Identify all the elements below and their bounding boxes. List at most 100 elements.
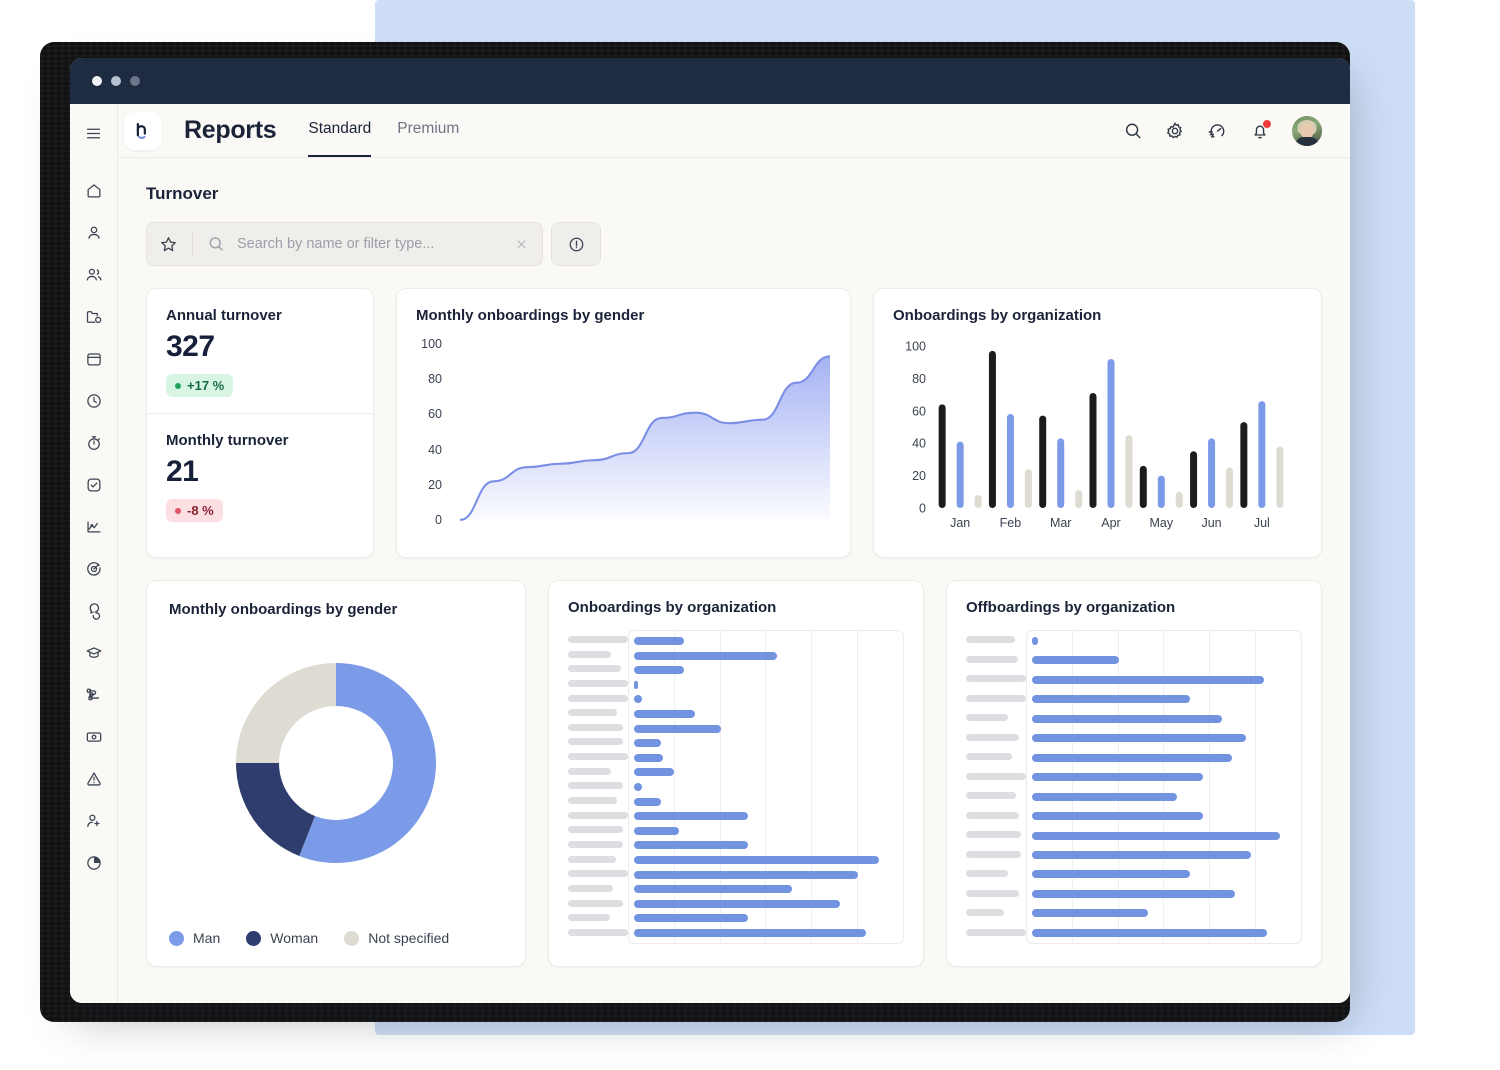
card-title: Monthly onboardings by gender: [416, 307, 831, 324]
tab-standard[interactable]: Standard: [308, 104, 371, 157]
horizontal-bar[interactable]: [1032, 793, 1177, 801]
horizontal-bar[interactable]: [1032, 676, 1263, 684]
sidebar-item-stopwatch[interactable]: [79, 428, 109, 458]
gridlines: [629, 631, 903, 943]
horizontal-bar[interactable]: [1032, 754, 1232, 762]
people-icon: [85, 266, 103, 284]
horizontal-bar[interactable]: [1032, 715, 1221, 723]
horizontal-bar[interactable]: [1032, 851, 1250, 859]
horizontal-bar[interactable]: [634, 652, 776, 660]
sidebar-item-messages[interactable]: [79, 596, 109, 626]
favorite-button[interactable]: [159, 235, 178, 254]
card-title: Offboardings by organization: [966, 599, 1302, 616]
horizontal-bar[interactable]: [1032, 656, 1119, 664]
search-icon: [1123, 121, 1143, 141]
sidebar-item-learning[interactable]: [79, 638, 109, 668]
horizontal-bar[interactable]: [1032, 734, 1245, 742]
horizontal-bar[interactable]: [634, 812, 747, 820]
sidebar-item-calendar[interactable]: [79, 344, 109, 374]
category-label-placeholder: [966, 636, 1015, 643]
svg-text:Jun: Jun: [1201, 516, 1221, 530]
annual-turnover-badge: +17 %: [166, 374, 233, 397]
legend-label: Not specified: [368, 930, 449, 946]
horizontal-bar[interactable]: [1032, 832, 1279, 840]
window-close-button[interactable]: [92, 76, 102, 86]
card-title: Onboardings by organization: [568, 599, 904, 616]
category-label-placeholder: [568, 651, 611, 658]
annual-turnover-delta: +17 %: [187, 378, 224, 393]
legend-item-not-specified[interactable]: Not specified: [344, 930, 449, 946]
svg-text:40: 40: [912, 437, 926, 451]
app-logo[interactable]: [124, 112, 162, 150]
horizontal-bar[interactable]: [634, 798, 660, 806]
horizontal-bar[interactable]: [634, 739, 660, 747]
sidebar-item-payroll[interactable]: [79, 722, 109, 752]
performance-button[interactable]: [1207, 120, 1228, 141]
tab-premium[interactable]: Premium: [397, 104, 459, 157]
axis-tick-label: 40: [416, 443, 442, 457]
horizontal-bar[interactable]: [634, 856, 879, 864]
horizontal-bar[interactable]: [634, 900, 839, 908]
dashboard-row-1: Annual turnover 327 +17 % Monthly turnov…: [146, 288, 1322, 558]
window-minimize-button[interactable]: [111, 76, 121, 86]
settings-button[interactable]: [1165, 121, 1185, 141]
window-maximize-button[interactable]: [130, 76, 140, 86]
sidebar-item-goals[interactable]: [79, 554, 109, 584]
horizontal-bar[interactable]: [1032, 773, 1203, 781]
horizontal-bar[interactable]: [634, 710, 694, 718]
sidebar-item-clock[interactable]: [79, 386, 109, 416]
sidebar-item-reports[interactable]: [79, 848, 109, 878]
stopwatch-icon: [85, 434, 103, 452]
alert-icon: [85, 770, 103, 788]
horizontal-bar[interactable]: [634, 725, 721, 733]
horizontal-bar[interactable]: [634, 695, 642, 703]
category-label-placeholder: [966, 851, 1021, 858]
sidebar-item-workflow[interactable]: [79, 680, 109, 710]
category-label-placeholder: [568, 680, 628, 687]
horizontal-bar[interactable]: [634, 929, 865, 937]
clear-search-button[interactable]: [513, 236, 530, 253]
sidebar-item-alerts[interactable]: [79, 764, 109, 794]
category-label-placeholders: [568, 630, 628, 942]
horizontal-bar[interactable]: [1032, 890, 1235, 898]
horizontal-bar[interactable]: [1032, 812, 1203, 820]
horizontal-bar[interactable]: [1032, 870, 1190, 878]
sidebar-item-home[interactable]: [79, 176, 109, 206]
sidebar-item-analytics[interactable]: [79, 512, 109, 542]
horizontal-bar[interactable]: [634, 871, 858, 879]
notifications-button[interactable]: [1250, 121, 1270, 141]
search-button[interactable]: [1123, 121, 1143, 141]
horizontal-bar[interactable]: [1032, 929, 1266, 937]
sidebar-item-add-user[interactable]: [79, 806, 109, 836]
gear-icon: [1165, 121, 1185, 141]
sidebar-item-person[interactable]: [79, 218, 109, 248]
horizontal-bar[interactable]: [634, 754, 663, 762]
sidebar-item-people[interactable]: [79, 260, 109, 290]
search-input[interactable]: [235, 235, 503, 253]
header-actions: [1123, 116, 1322, 146]
horizontal-bar[interactable]: [634, 783, 642, 791]
horizontal-bar[interactable]: [634, 885, 792, 893]
svg-text:May: May: [1149, 516, 1173, 530]
legend-item-man[interactable]: Man: [169, 930, 220, 946]
horizontal-bar[interactable]: [634, 666, 684, 674]
svg-text:80: 80: [912, 372, 926, 386]
category-label-placeholder: [966, 890, 1019, 897]
sidebar-item-tasks[interactable]: [79, 470, 109, 500]
horizontal-bar[interactable]: [634, 827, 679, 835]
filter-info-button[interactable]: [551, 222, 601, 266]
horizontal-bar[interactable]: [1032, 695, 1190, 703]
horizontal-bar[interactable]: [634, 681, 638, 689]
user-avatar[interactable]: [1292, 116, 1322, 146]
horizontal-bar[interactable]: [634, 768, 673, 776]
sidebar-item-folder[interactable]: [79, 302, 109, 332]
filter-bar: [146, 222, 601, 266]
horizontal-bar[interactable]: [634, 637, 684, 645]
category-label-placeholder: [568, 695, 628, 702]
legend-item-woman[interactable]: Woman: [246, 930, 318, 946]
horizontal-bar[interactable]: [1032, 637, 1037, 645]
horizontal-bar[interactable]: [634, 841, 747, 849]
horizontal-bar[interactable]: [634, 914, 747, 922]
horizontal-bar[interactable]: [1032, 909, 1148, 917]
sidebar-item-menu[interactable]: [79, 118, 109, 148]
